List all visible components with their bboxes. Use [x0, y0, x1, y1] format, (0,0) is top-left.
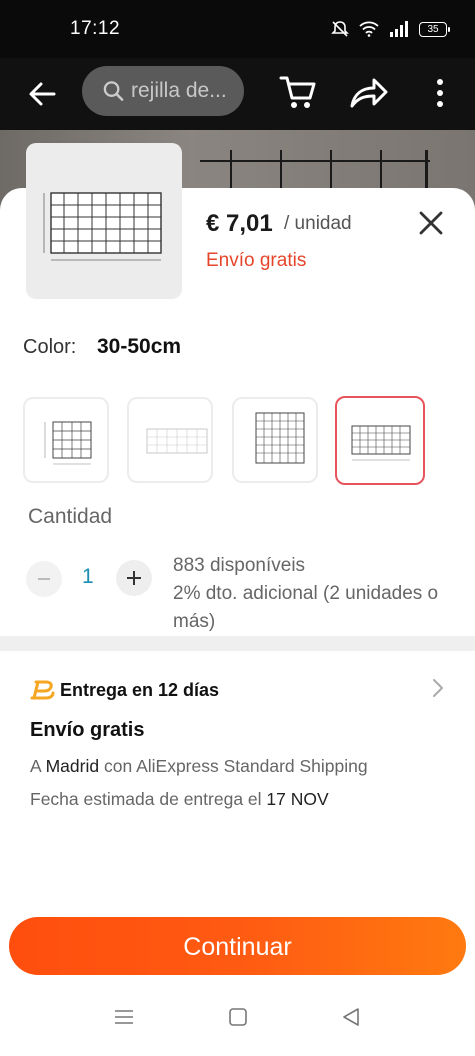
- delivery-time-title: Entrega en 12 días: [60, 680, 220, 700]
- status-icons: 35: [331, 20, 450, 38]
- available-count: 883 disponíveis: [173, 555, 306, 576]
- signal-icon: [390, 21, 408, 37]
- chevron-right-icon[interactable]: [430, 678, 446, 698]
- search-icon: [103, 81, 124, 101]
- variant-image: [44, 421, 92, 465]
- recent-apps-icon[interactable]: [113, 1006, 135, 1028]
- shipping-title: Envío gratis: [30, 719, 145, 741]
- quantity-decrease-button[interactable]: [26, 561, 62, 597]
- variant-image: [146, 428, 208, 454]
- minus-icon: [38, 578, 50, 580]
- quantity-label: Cantidad: [28, 505, 113, 528]
- discount-text: 2% dto. adicional (2 unidades o más): [173, 583, 439, 632]
- color-variant-2[interactable]: [127, 397, 213, 483]
- quantity-increase-button[interactable]: [116, 560, 152, 596]
- quantity-value[interactable]: 1: [82, 565, 94, 589]
- color-variant-1[interactable]: [23, 397, 109, 483]
- product-thumbnail: [26, 143, 182, 299]
- top-bar: rejilla de...: [0, 58, 475, 130]
- mute-icon: [331, 21, 349, 37]
- color-variant-4-selected[interactable]: [335, 396, 425, 485]
- cart-icon[interactable]: [278, 72, 318, 112]
- grid-panel-image: [43, 192, 162, 261]
- home-icon[interactable]: [227, 1006, 249, 1028]
- continue-button[interactable]: Continuar: [9, 917, 466, 975]
- variant-image: [351, 425, 411, 461]
- battery-icon: 35: [419, 21, 450, 37]
- system-nav-bar: [0, 992, 475, 1056]
- shipping-route: A Madrid con AliExpress Standard Shippin…: [30, 756, 368, 776]
- share-icon[interactable]: [348, 74, 388, 110]
- status-time: 17:12: [70, 18, 121, 39]
- color-variant-3[interactable]: [232, 397, 318, 483]
- section-divider: [0, 636, 475, 651]
- price-unit: / unidad: [284, 213, 352, 234]
- product-price: € 7,01: [206, 210, 273, 237]
- color-value: 30-50cm: [97, 335, 182, 358]
- status-bar: 17:12 35: [0, 0, 475, 58]
- destination-city: Madrid: [45, 756, 100, 776]
- stock-info: 883 disponíveis 2% dto. adicional (2 uni…: [173, 552, 463, 636]
- delivery-truck-icon: [30, 680, 55, 700]
- search-placeholder: rejilla de...: [130, 79, 227, 102]
- wifi-icon: [359, 21, 379, 37]
- free-shipping-badge: Envío gratis: [206, 250, 307, 271]
- estimated-delivery: Fecha estimada de entrega el 17 NOV: [30, 789, 329, 809]
- back-icon[interactable]: [340, 1006, 362, 1028]
- more-options-icon[interactable]: [430, 76, 450, 112]
- back-arrow-icon[interactable]: [24, 76, 60, 112]
- variant-image: [255, 412, 305, 464]
- close-icon[interactable]: [418, 210, 444, 236]
- plus-icon: [127, 571, 141, 585]
- color-label: Color:: [23, 336, 77, 358]
- search-input[interactable]: rejilla de...: [82, 66, 244, 116]
- estimated-date: 17 NOV: [266, 789, 329, 809]
